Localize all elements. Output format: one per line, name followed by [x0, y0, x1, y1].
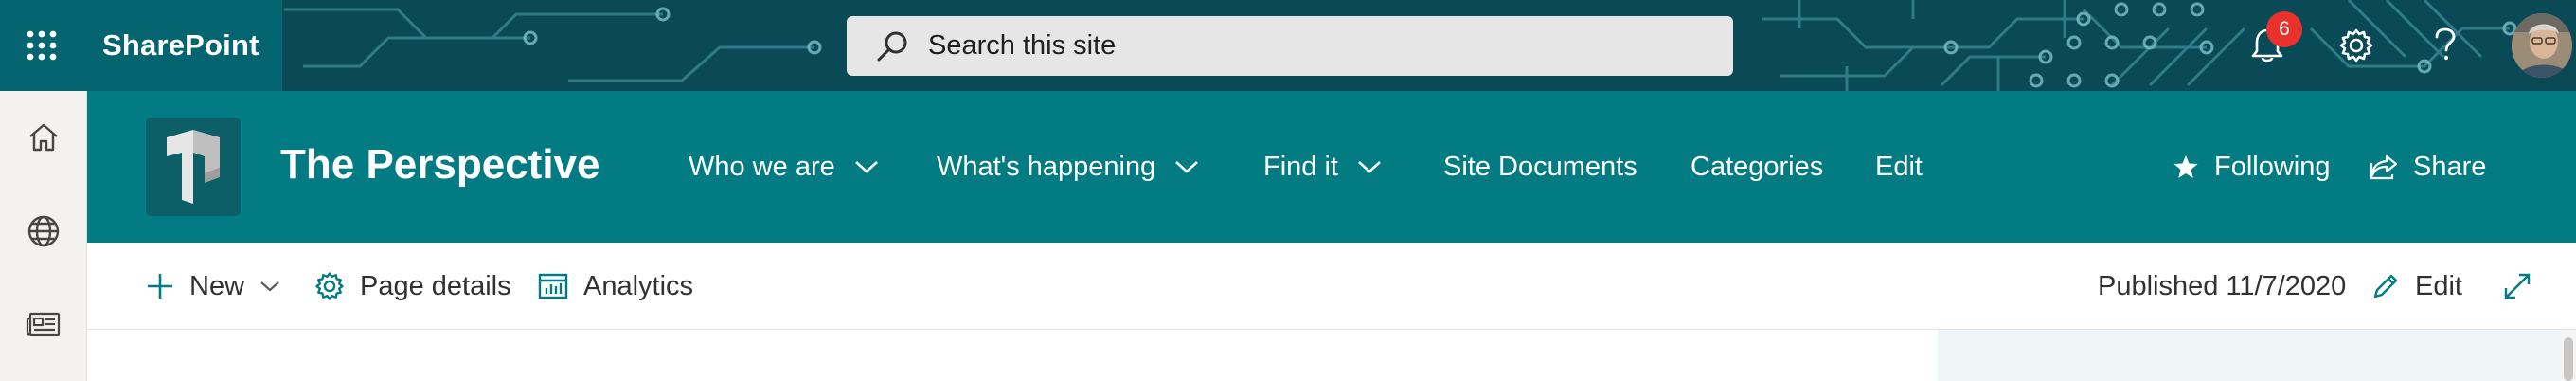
global-navigation-button[interactable] [21, 209, 66, 254]
published-label: Published 11/7/2020 [2098, 270, 2347, 301]
suite-bar: SharePoint Search this site 6 [0, 0, 2576, 91]
user-photo [2512, 13, 2572, 78]
expand-button[interactable] [2502, 243, 2548, 330]
home-icon [29, 123, 58, 152]
globe-icon [27, 215, 60, 247]
scrollbar-thumb[interactable] [2564, 337, 2573, 381]
page-details-label: Page details [360, 270, 511, 301]
app-bar [0, 91, 87, 381]
nav-item-edit[interactable]: Edit [1875, 91, 1923, 243]
app-launcher-icon [27, 30, 57, 61]
vertical-scrollbar[interactable] [2561, 330, 2576, 381]
chevron-down-icon [854, 161, 878, 173]
edit-page-button[interactable]: Edit [2371, 243, 2462, 330]
nav-label: What's happening [937, 151, 1156, 182]
plus-icon [148, 274, 172, 299]
site-logo-icon [167, 130, 220, 204]
nav-label: Find it [1263, 151, 1338, 182]
help-button[interactable] [2417, 17, 2474, 74]
nav-item-whats-happening[interactable]: What's happening [937, 91, 1199, 243]
settings-button[interactable] [2328, 17, 2385, 74]
chevron-down-icon [260, 281, 279, 292]
chevron-down-icon [1175, 161, 1199, 173]
page-details-button[interactable]: Page details [314, 243, 511, 330]
page-canvas-section [1938, 330, 2561, 381]
star-icon [2174, 155, 2198, 178]
nav-label: Site Documents [1443, 151, 1637, 182]
gear-icon [2339, 28, 2373, 63]
nav-item-find-it[interactable]: Find it [1263, 91, 1382, 243]
nav-item-who-we-are[interactable]: Who we are [689, 91, 879, 243]
share-label: Share [2413, 151, 2487, 182]
news-button[interactable] [21, 301, 66, 347]
analytics-label: Analytics [583, 270, 694, 301]
analytics-icon [538, 273, 568, 299]
search-placeholder: Search this site [928, 30, 1117, 61]
chevron-down-icon [1358, 161, 1381, 173]
site-header: The Perspective Who we are What's happen… [87, 91, 2576, 243]
new-label: New [189, 270, 245, 301]
following-button[interactable]: Following [2173, 91, 2331, 243]
command-bar: New Page details Analytics Published 11/… [87, 243, 2576, 330]
expand-icon [2504, 273, 2531, 299]
edit-label: Edit [2415, 270, 2462, 301]
site-title[interactable]: The Perspective [280, 140, 600, 190]
app-name: SharePoint [102, 28, 259, 62]
nav-item-site-documents[interactable]: Site Documents [1443, 91, 1637, 243]
following-label: Following [2214, 151, 2331, 182]
share-button[interactable]: Share [2370, 91, 2486, 243]
avatar[interactable] [2512, 13, 2572, 78]
search-icon [877, 31, 907, 61]
share-icon [2370, 154, 2398, 180]
gear-icon [315, 272, 344, 300]
nav-label: Who we are [689, 151, 835, 182]
help-icon [2435, 27, 2456, 61]
new-button[interactable]: New [146, 243, 280, 330]
home-button[interactable] [21, 115, 66, 160]
nav-label: Categories [1690, 151, 1824, 182]
search-input[interactable]: Search this site [847, 16, 1733, 76]
news-icon [26, 312, 61, 336]
site-logo[interactable] [146, 118, 241, 216]
published-status: Published 11/7/2020 [2098, 243, 2346, 330]
app-name-link[interactable]: SharePoint [83, 0, 282, 91]
app-launcher-button[interactable] [0, 0, 83, 91]
notification-badge: 6 [2266, 11, 2302, 47]
nav-item-categories[interactable]: Categories [1690, 91, 1823, 243]
nav-label: Edit [1875, 151, 1923, 182]
analytics-button[interactable]: Analytics [538, 243, 693, 330]
pencil-icon [2373, 274, 2398, 299]
